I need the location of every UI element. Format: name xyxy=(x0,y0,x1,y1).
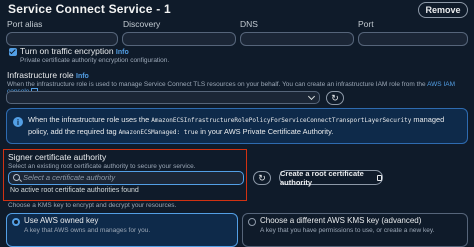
infra-role-info-link[interactable]: Info xyxy=(76,73,89,80)
infra-role-desc-text: When the infrastructure role is used to … xyxy=(7,81,428,88)
port-field[interactable] xyxy=(358,32,468,46)
aws-owned-key-radio[interactable] xyxy=(12,218,20,226)
required-tag: AmazonECSManaged: true xyxy=(118,129,199,136)
no-ca-message: No active root certificate authorities f… xyxy=(10,187,139,194)
dns-label: DNS xyxy=(240,19,258,29)
dns-field[interactable] xyxy=(240,32,354,46)
infra-role-refresh-button[interactable]: ↻ xyxy=(326,91,344,105)
service-title: Service Connect Service - 1 xyxy=(8,2,171,16)
infra-role-heading: Infrastructure role Info xyxy=(7,70,89,80)
signer-ca-select[interactable]: Select a certificate authority xyxy=(8,171,244,185)
traffic-encryption-text: Turn on traffic encryption xyxy=(20,46,114,56)
create-root-ca-button[interactable]: Create a root certificate authority xyxy=(279,168,383,187)
encryption-description: Private certificate authority encryption… xyxy=(20,57,170,64)
port-alias-label: Port alias xyxy=(7,19,43,29)
policy-name: AmazonECSInfrastructureRolePolicyForServ… xyxy=(151,117,412,124)
chevron-down-icon xyxy=(307,92,316,101)
infra-role-label: Infrastructure role xyxy=(7,70,74,80)
remove-button[interactable]: Remove xyxy=(418,2,468,18)
custom-kms-key-radio[interactable] xyxy=(248,218,256,226)
signer-refresh-button[interactable]: ↻ xyxy=(253,171,271,185)
infra-role-select[interactable] xyxy=(6,91,320,104)
traffic-encryption-checkbox[interactable] xyxy=(9,48,17,56)
discovery-label: Discovery xyxy=(123,19,161,29)
aws-owned-key-desc: A key that AWS owns and manages for you. xyxy=(24,227,151,234)
port-label: Port xyxy=(358,19,374,29)
custom-kms-key-desc: A key that you have permissions to use, … xyxy=(260,227,435,234)
external-link-icon xyxy=(376,174,382,181)
info-alert-text: When the infrastructure role uses the Am… xyxy=(28,114,460,138)
refresh-icon: ↻ xyxy=(258,172,266,183)
info-text-3: in your AWS Private Certificate Authorit… xyxy=(198,127,334,136)
signer-placeholder: Select a certificate authority xyxy=(23,173,116,182)
port-alias-field[interactable] xyxy=(6,32,118,46)
signer-label: Signer certificate authority xyxy=(8,152,107,162)
refresh-icon: ↻ xyxy=(331,92,339,103)
encryption-info-link[interactable]: Info xyxy=(116,49,129,56)
signer-description: Select an existing root certificate auth… xyxy=(8,163,196,170)
info-icon: i xyxy=(13,117,23,127)
kms-hint: Choose a KMS key to encrypt and decrypt … xyxy=(8,202,177,209)
traffic-encryption-label: Turn on traffic encryption Info xyxy=(20,46,129,56)
create-root-ca-label: Create a root certificate authority xyxy=(280,168,364,187)
aws-owned-key-title: Use AWS owned key xyxy=(24,216,99,225)
discovery-field[interactable] xyxy=(122,32,236,46)
info-text-1: When the infrastructure role uses the xyxy=(28,115,152,124)
custom-kms-key-title: Choose a different AWS KMS key (advanced… xyxy=(260,216,422,225)
search-icon xyxy=(13,174,20,181)
